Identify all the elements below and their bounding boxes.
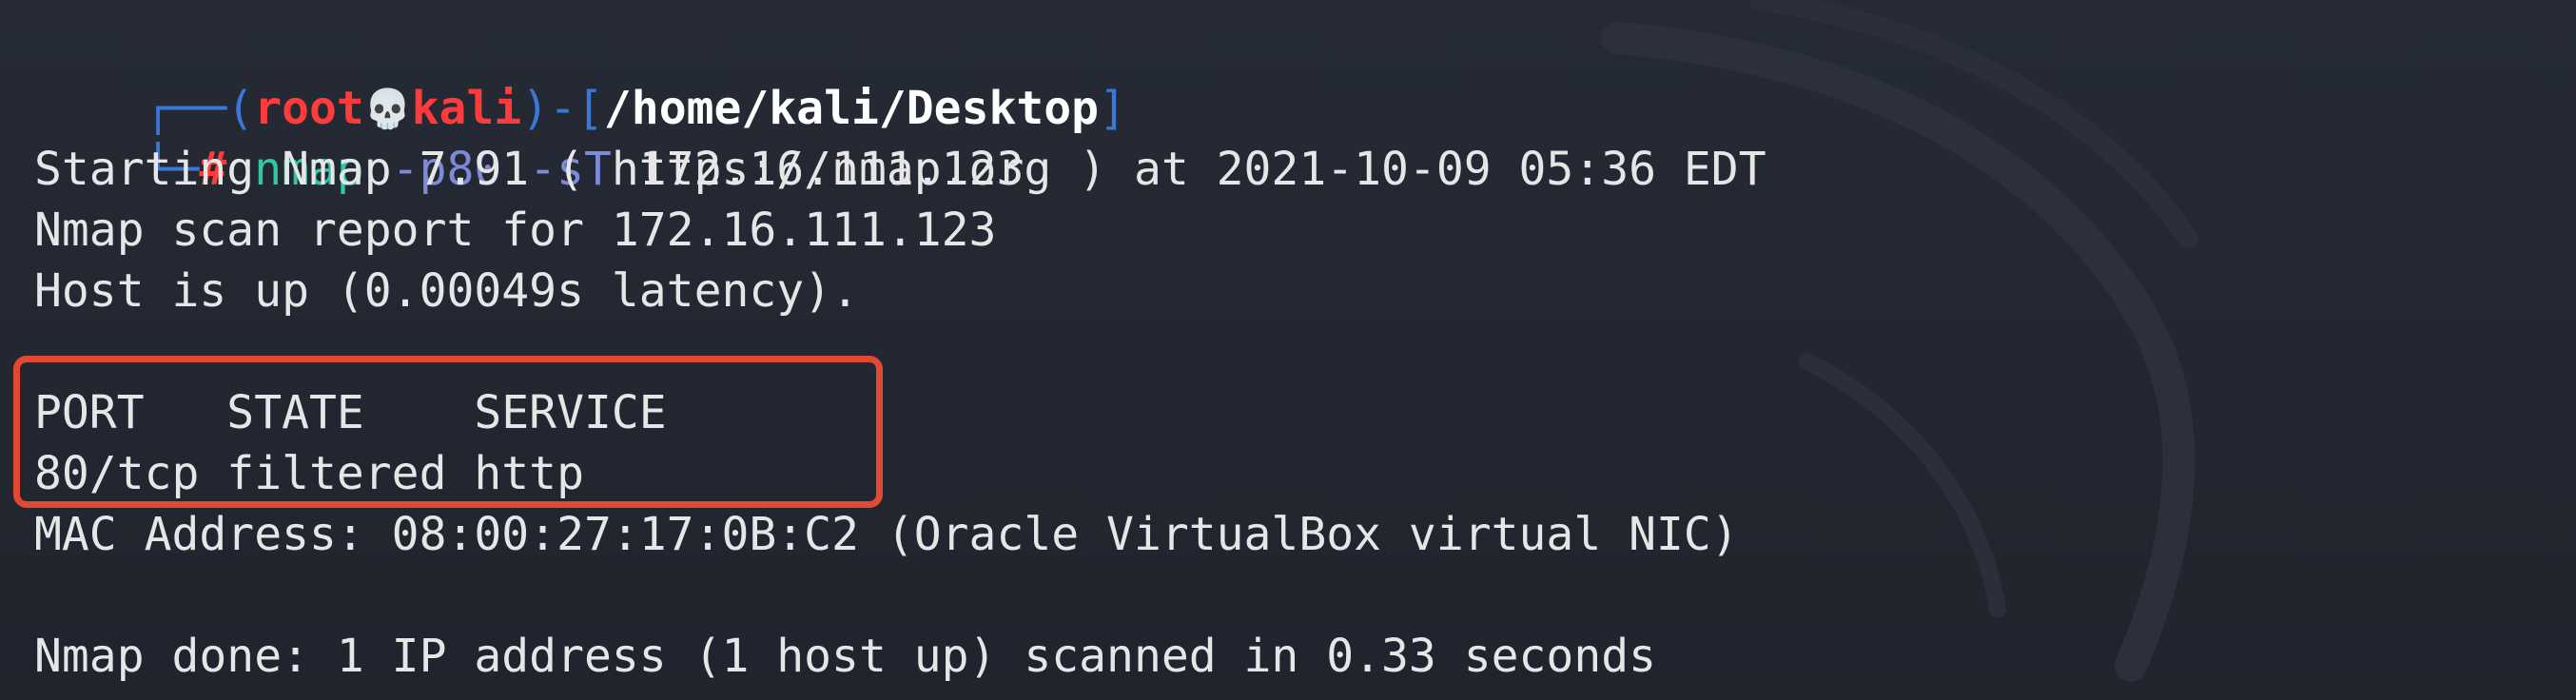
terminal-window[interactable]: ┌──(root💀kali)-[/home/kali/Desktop] └─# … xyxy=(0,0,2576,700)
output-line-done: Nmap done: 1 IP address (1 host up) scan… xyxy=(34,630,1657,683)
command-line[interactable]: └─# nmap -p80 -sT 172.16.111.123 xyxy=(34,78,1025,196)
output-line-report: Nmap scan report for 172.16.111.123 xyxy=(34,204,997,257)
output-line-host-up: Host is up (0.00049s latency). xyxy=(34,264,859,318)
output-line-start: Starting Nmap 7.91 ( https://nmap.org ) … xyxy=(34,143,1766,196)
port-table-header: PORT STATE SERVICE xyxy=(34,386,667,439)
prompt-frame-close: ] xyxy=(1099,82,1126,135)
output-line-mac: MAC Address: 08:00:27:17:0B:C2 (Oracle V… xyxy=(34,508,1739,561)
prompt-line: ┌──(root💀kali)-[/home/kali/Desktop] xyxy=(34,17,1126,135)
port-table-row: 80/tcp filtered http xyxy=(34,447,584,500)
